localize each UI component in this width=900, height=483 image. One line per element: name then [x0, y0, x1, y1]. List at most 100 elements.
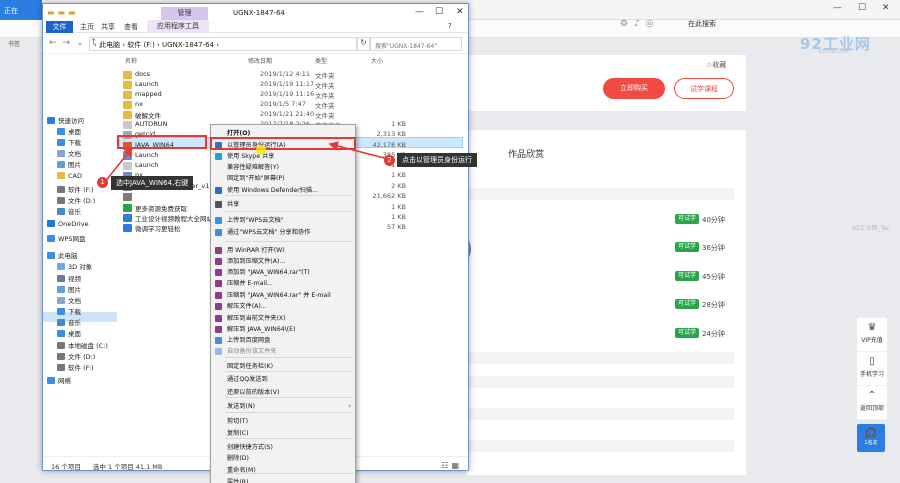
menu-item[interactable]: 复制(C)	[211, 428, 355, 439]
nav-item[interactable]: 下载	[57, 306, 81, 317]
menu-item[interactable]: 上传到百度网盘	[211, 335, 355, 346]
maximize-icon[interactable]: ☐	[435, 7, 443, 17]
tab-app-tools[interactable]: 应用程序工具	[147, 20, 209, 33]
column-header-name[interactable]: 名称	[125, 56, 137, 65]
minimize-icon[interactable]: —	[415, 7, 424, 17]
bookmark-label[interactable]: 书签	[8, 39, 20, 48]
nav-item[interactable]: 桌面	[57, 328, 81, 339]
menu-item[interactable]: 解压到当前文件夹(X)	[211, 313, 355, 324]
nav-item[interactable]: 软件 (F:)	[57, 362, 94, 373]
nav-item-label: CAD	[68, 172, 82, 180]
vip-recharge-button[interactable]: ♛ VIP充值	[857, 318, 887, 352]
nav-item[interactable]: 软件 (F:)	[57, 184, 94, 195]
browser-tab[interactable]: 正在	[0, 0, 42, 20]
nav-item-label: 文档	[68, 297, 81, 305]
nav-item[interactable]: 图片	[57, 159, 81, 170]
nav-item[interactable]: 文件 (D:)	[57, 195, 95, 206]
browser-toolbar-icons[interactable]: ⚙♪◎	[620, 19, 660, 29]
file-name: 工业设计视频教程大全网站	[135, 215, 213, 223]
menu-item[interactable]: 添加到压缩文件(A)...	[211, 256, 355, 267]
view-mode-icons[interactable]: ☷▦	[441, 461, 462, 470]
menu-item[interactable]: 用 WinRAR 打开(W)	[211, 245, 355, 256]
nav-item[interactable]: 快速访问	[47, 115, 84, 126]
buy-now-button[interactable]: 立即购买	[603, 78, 665, 99]
nav-item[interactable]: 桌面	[57, 126, 81, 137]
column-header-date[interactable]: 修改日期	[248, 56, 272, 65]
file-row[interactable]: nx 2019/1/5 7:47 文件夹	[123, 100, 463, 110]
menu-item[interactable]: 上传到"WPS云文档"	[211, 215, 355, 226]
tab-file[interactable]: 文件	[46, 21, 73, 33]
menu-item[interactable]: 自动备份该文件夹	[211, 346, 355, 357]
tab-home[interactable]: 主页	[80, 22, 94, 32]
menu-item[interactable]: 还原以前的版本(V)	[211, 387, 355, 398]
nav-item[interactable]: 3D 对象	[57, 261, 92, 272]
tab-share[interactable]: 共享	[101, 22, 115, 32]
nav-item[interactable]: 视频	[57, 273, 81, 284]
help-icon[interactable]: ?	[448, 22, 452, 30]
column-header-size[interactable]: 大小	[371, 56, 383, 65]
menu-item[interactable]: 固定到任务栏(K)	[211, 361, 355, 372]
nav-item[interactable]: 下载	[57, 137, 81, 148]
refresh-icon[interactable]: ↻	[357, 37, 370, 51]
menu-item[interactable]: 压缩并 E-mail...	[211, 278, 355, 289]
menu-item[interactable]: 共享	[211, 199, 355, 210]
course-row[interactable]: 可试学 40分钟	[466, 214, 734, 227]
back-to-top-button[interactable]: ⌃ 返回顶部	[857, 386, 887, 420]
menu-item[interactable]: 压缩到 "JAVA_WIN64.rar" 并 E-mail	[211, 290, 355, 301]
menu-item[interactable]: 删除(D)	[211, 453, 355, 464]
tab-works[interactable]: 作品欣赏	[508, 147, 544, 160]
nav-item[interactable]: 音乐	[57, 206, 81, 217]
nav-item[interactable]: 此电脑	[47, 250, 78, 261]
trial-course-button[interactable]: 试学课程	[674, 78, 734, 99]
course-row[interactable]: 可试学 28分钟	[466, 299, 734, 312]
file-row[interactable]: Launch 2019/1/19 11:17 文件夹	[123, 80, 463, 90]
file-row[interactable]: 破解文件 2019/1/21 21:40 文件夹	[123, 110, 463, 120]
close-icon[interactable]: ✕	[456, 7, 464, 17]
course-row[interactable]: 可试学 24分钟	[466, 328, 734, 341]
menu-item[interactable]: 解压到 JAVA_WIN64\(E)	[211, 324, 355, 335]
menu-item[interactable]: 创建快捷方式(S)	[211, 442, 355, 453]
course-row[interactable]: 可试学 45分钟	[466, 271, 734, 284]
menu-item[interactable]: 使用 Windows Defender扫描...	[211, 185, 355, 196]
course-row[interactable]: 可试学 36分钟	[466, 242, 734, 255]
browser-minimize-icon[interactable]: —	[833, 3, 842, 13]
menu-item[interactable]: 属性(R)	[211, 477, 355, 483]
menu-item[interactable]: 固定到"开始"屏幕(P)	[211, 173, 355, 184]
menu-item[interactable]: 添加到 "JAVA_WIN64.rar"(T)	[211, 267, 355, 278]
menu-item[interactable]: 通过QQ发送到	[211, 374, 355, 385]
nav-item-label: 软件 (F:)	[68, 364, 94, 372]
nav-item[interactable]: 音乐	[57, 317, 81, 328]
menu-item[interactable]: 兼容性疑难解答(Y)	[211, 162, 355, 173]
nav-item[interactable]: CAD	[57, 172, 82, 183]
nav-item[interactable]: OneDrive	[47, 220, 89, 231]
nav-item[interactable]: 本地磁盘 (C:)	[57, 340, 108, 351]
file-name: mapped	[135, 90, 162, 98]
nav-item[interactable]: 文件 (D:)	[57, 351, 95, 362]
tab-view[interactable]: 查看	[124, 22, 138, 32]
browser-search-input[interactable]: 在此搜索	[688, 19, 716, 29]
menu-item[interactable]: 解压文件(A)...	[211, 301, 355, 312]
mobile-study-button[interactable]: ▯ 手机学习	[857, 352, 887, 386]
menu-item[interactable]: 通过"WPS云文档" 分享和协作	[211, 227, 355, 238]
nav-item[interactable]: 文档	[57, 295, 81, 306]
nav-item[interactable]: 网络	[47, 375, 71, 386]
file-row[interactable]: mapped 2019/1/19 11:16 文件夹	[123, 90, 463, 100]
menu-item[interactable]: 剪切(T)	[211, 416, 355, 427]
address-bar[interactable]: › 此电脑 › 软件 (F:) › UGNX-1847-64 ›	[89, 37, 357, 51]
file-row[interactable]: docs 2019/1/12 4:11 文件夹	[123, 70, 463, 80]
column-header-type[interactable]: 类型	[315, 56, 327, 65]
menu-item[interactable]: 发送到(N) ›	[211, 401, 355, 412]
favorite-link[interactable]: ☆收藏	[706, 60, 726, 70]
browser-maximize-icon[interactable]: ☐	[858, 3, 866, 13]
menu-item[interactable]: 使用 Skype 共享	[211, 151, 355, 162]
nav-item-icon	[57, 263, 65, 270]
browser-close-icon[interactable]: ✕	[882, 3, 890, 13]
quick-access-toolbar[interactable]: ▬▬▬	[47, 8, 79, 17]
headset-support-button[interactable]: 🎧 1名友	[857, 424, 885, 452]
menu-item[interactable]: 重命名(M)	[211, 465, 355, 476]
nav-item[interactable]: WPS网盘	[47, 233, 85, 244]
nav-item[interactable]: 文档	[57, 148, 81, 159]
nav-item[interactable]: 图片	[57, 284, 81, 295]
nav-item-icon	[57, 172, 65, 179]
search-input[interactable]: 搜索"UGNX-1847-64"	[370, 37, 462, 51]
